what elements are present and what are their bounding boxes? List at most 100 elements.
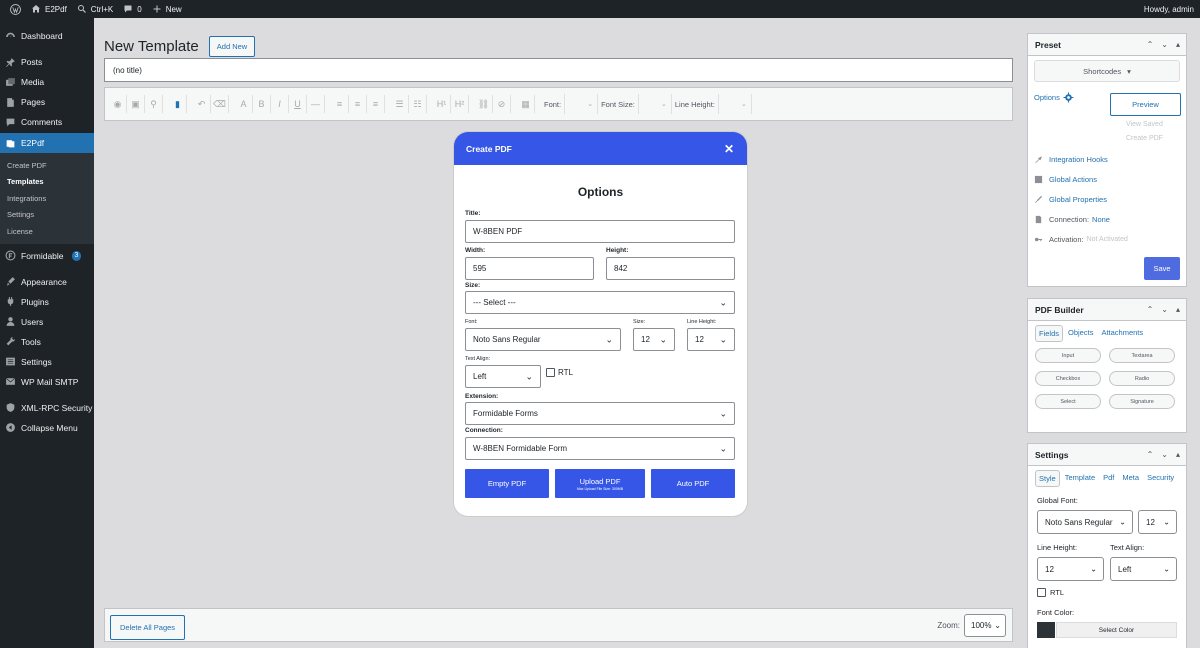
field-radio[interactable]: Radio xyxy=(1109,371,1175,386)
align-left-icon[interactable]: ≡ xyxy=(331,95,349,113)
bullet-list-icon[interactable]: ☰ xyxy=(391,95,409,113)
collapse-arrow-icon[interactable]: ▴ xyxy=(1176,40,1180,49)
comments-link[interactable]: 0 xyxy=(123,4,142,14)
numbered-list-icon[interactable]: ☷ xyxy=(409,95,427,113)
underline-icon[interactable]: U xyxy=(289,95,307,113)
submenu-settings[interactable]: Settings xyxy=(0,207,94,224)
menu-plugins[interactable]: Plugins xyxy=(0,292,94,312)
empty-pdf-button[interactable]: Empty PDF xyxy=(465,469,549,498)
menu-tools[interactable]: Tools xyxy=(0,332,94,352)
chevron-up-icon[interactable]: ⌃ xyxy=(1147,450,1154,459)
field-input[interactable]: Input xyxy=(1035,348,1101,363)
delete-all-pages-button[interactable]: Delete All Pages xyxy=(110,615,186,640)
rtl-checkbox-row[interactable]: RTL xyxy=(546,368,573,377)
font-color-swatch[interactable] xyxy=(1037,622,1055,638)
zoom-select[interactable]: 100% ⌄ xyxy=(964,614,1006,637)
height-input[interactable]: 842 xyxy=(606,257,735,280)
undo-icon[interactable]: ↶ xyxy=(193,95,211,113)
font-select[interactable]: Noto Sans Regular ⌄ xyxy=(465,328,621,351)
submenu-integrations[interactable]: Integrations xyxy=(0,190,94,207)
tab-attachments[interactable]: Attachments xyxy=(1098,325,1146,342)
collapse-menu-button[interactable]: Collapse Menu xyxy=(0,418,94,438)
search-link[interactable]: Ctrl+K xyxy=(77,4,113,14)
text-color-icon[interactable]: A xyxy=(235,95,253,113)
menu-formidable[interactable]: Formidable 3 xyxy=(0,246,94,266)
menu-wp-mail-smtp[interactable]: WP Mail SMTP xyxy=(0,372,94,392)
title-input[interactable]: W-8BEN PDF xyxy=(465,220,735,243)
add-new-button[interactable]: Add New xyxy=(208,36,256,57)
bold-icon[interactable]: B xyxy=(253,95,271,113)
visibility-icon[interactable]: ◉ xyxy=(109,95,127,113)
post-title-input[interactable]: (no title) xyxy=(104,58,1013,82)
unlink-icon[interactable]: ⊘ xyxy=(493,95,511,113)
paste-icon[interactable]: ▮ xyxy=(169,95,187,113)
font-size-select[interactable]: ⌄ xyxy=(637,94,672,114)
field-signature[interactable]: Signature xyxy=(1109,394,1175,409)
chevron-down-icon[interactable]: ⌄ xyxy=(1161,450,1168,459)
italic-icon[interactable]: I xyxy=(271,95,289,113)
submenu-license[interactable]: License xyxy=(0,223,94,240)
size-select[interactable]: --- Select --- ⌄ xyxy=(465,291,735,314)
menu-xml-rpc-security[interactable]: XML-RPC Security xyxy=(0,398,94,418)
new-content-link[interactable]: New xyxy=(152,4,182,14)
auto-pdf-button[interactable]: Auto PDF xyxy=(651,469,735,498)
options-link[interactable]: Options xyxy=(1034,92,1074,103)
field-select[interactable]: Select xyxy=(1035,394,1101,409)
chevron-up-icon[interactable]: ⌃ xyxy=(1147,40,1154,49)
eraser-icon[interactable]: ⌫ xyxy=(211,95,229,113)
close-icon[interactable]: ✕ xyxy=(724,142,734,156)
global-font-select[interactable]: Noto Sans Regular ⌄ xyxy=(1037,510,1133,534)
preview-button[interactable]: Preview xyxy=(1110,93,1181,116)
menu-posts[interactable]: Posts xyxy=(0,52,94,72)
menu-settings[interactable]: Settings xyxy=(0,352,94,372)
tab-style[interactable]: Style xyxy=(1035,470,1060,487)
chevron-up-icon[interactable]: ⌃ xyxy=(1147,305,1154,314)
tab-pdf[interactable]: Pdf xyxy=(1100,470,1117,487)
table-icon[interactable]: ▦ xyxy=(517,95,535,113)
site-name-link[interactable]: E2Pdf xyxy=(31,4,67,14)
tab-objects[interactable]: Objects xyxy=(1065,325,1096,342)
upload-pdf-button[interactable]: Upload PDF Max Upload File Size: 300MB xyxy=(555,469,645,498)
line-height-select[interactable]: 12 ⌄ xyxy=(687,328,735,351)
collapse-arrow-icon[interactable]: ▴ xyxy=(1176,450,1180,459)
chevron-down-icon[interactable]: ⌄ xyxy=(1161,305,1168,314)
global-actions-row[interactable]: Global Actions xyxy=(1028,169,1186,189)
menu-users[interactable]: Users xyxy=(0,312,94,332)
rtl-checkbox-row[interactable]: RTL xyxy=(1037,588,1064,597)
line-height-select[interactable]: ⌄ xyxy=(717,94,752,114)
field-checkbox[interactable]: Checkbox xyxy=(1035,371,1101,386)
lock-icon[interactable]: ▣ xyxy=(127,95,145,113)
field-textarea[interactable]: Textarea xyxy=(1109,348,1175,363)
menu-dashboard[interactable]: Dashboard xyxy=(0,26,94,46)
line-height-select[interactable]: 12 ⌄ xyxy=(1037,557,1104,581)
chevron-down-icon[interactable]: ⌄ xyxy=(1161,40,1168,49)
text-align-select[interactable]: Left ⌄ xyxy=(1110,557,1177,581)
menu-appearance[interactable]: Appearance xyxy=(0,272,94,292)
text-align-select[interactable]: Left ⌄ xyxy=(465,365,541,388)
menu-media[interactable]: Media xyxy=(0,72,94,92)
global-size-select[interactable]: 12 ⌄ xyxy=(1138,510,1177,534)
shortcodes-dropdown[interactable]: Shortcodes ▾ xyxy=(1034,60,1180,82)
tab-fields[interactable]: Fields xyxy=(1035,325,1064,342)
global-properties-row[interactable]: Global Properties xyxy=(1028,189,1186,209)
heading1-icon[interactable]: H¹ xyxy=(433,95,451,113)
align-right-icon[interactable]: ≡ xyxy=(367,95,385,113)
select-color-button[interactable]: Select Color xyxy=(1056,622,1177,638)
align-center-icon[interactable]: ≡ xyxy=(349,95,367,113)
account-menu[interactable]: Howdy, admin xyxy=(1144,5,1194,14)
extension-select[interactable]: Formidable Forms ⌄ xyxy=(465,402,735,425)
tab-template[interactable]: Template xyxy=(1062,470,1098,487)
width-input[interactable]: 595 xyxy=(465,257,594,280)
rtl-checkbox[interactable] xyxy=(1037,588,1046,597)
rtl-checkbox[interactable] xyxy=(546,368,555,377)
wordpress-logo-icon[interactable] xyxy=(10,3,21,15)
save-button[interactable]: Save xyxy=(1144,257,1180,280)
integration-hooks-row[interactable]: Integration Hooks xyxy=(1028,149,1186,169)
strikethrough-icon[interactable]: — xyxy=(307,95,325,113)
submenu-create-pdf[interactable]: Create PDF xyxy=(0,157,94,174)
connection-select[interactable]: W-8BEN Formidable Form ⌄ xyxy=(465,437,735,460)
collapse-arrow-icon[interactable]: ▴ xyxy=(1176,305,1180,314)
link-icon[interactable]: ⛓ xyxy=(475,95,493,113)
menu-e2pdf[interactable]: E2Pdf xyxy=(0,133,94,153)
heading2-icon[interactable]: H² xyxy=(451,95,469,113)
